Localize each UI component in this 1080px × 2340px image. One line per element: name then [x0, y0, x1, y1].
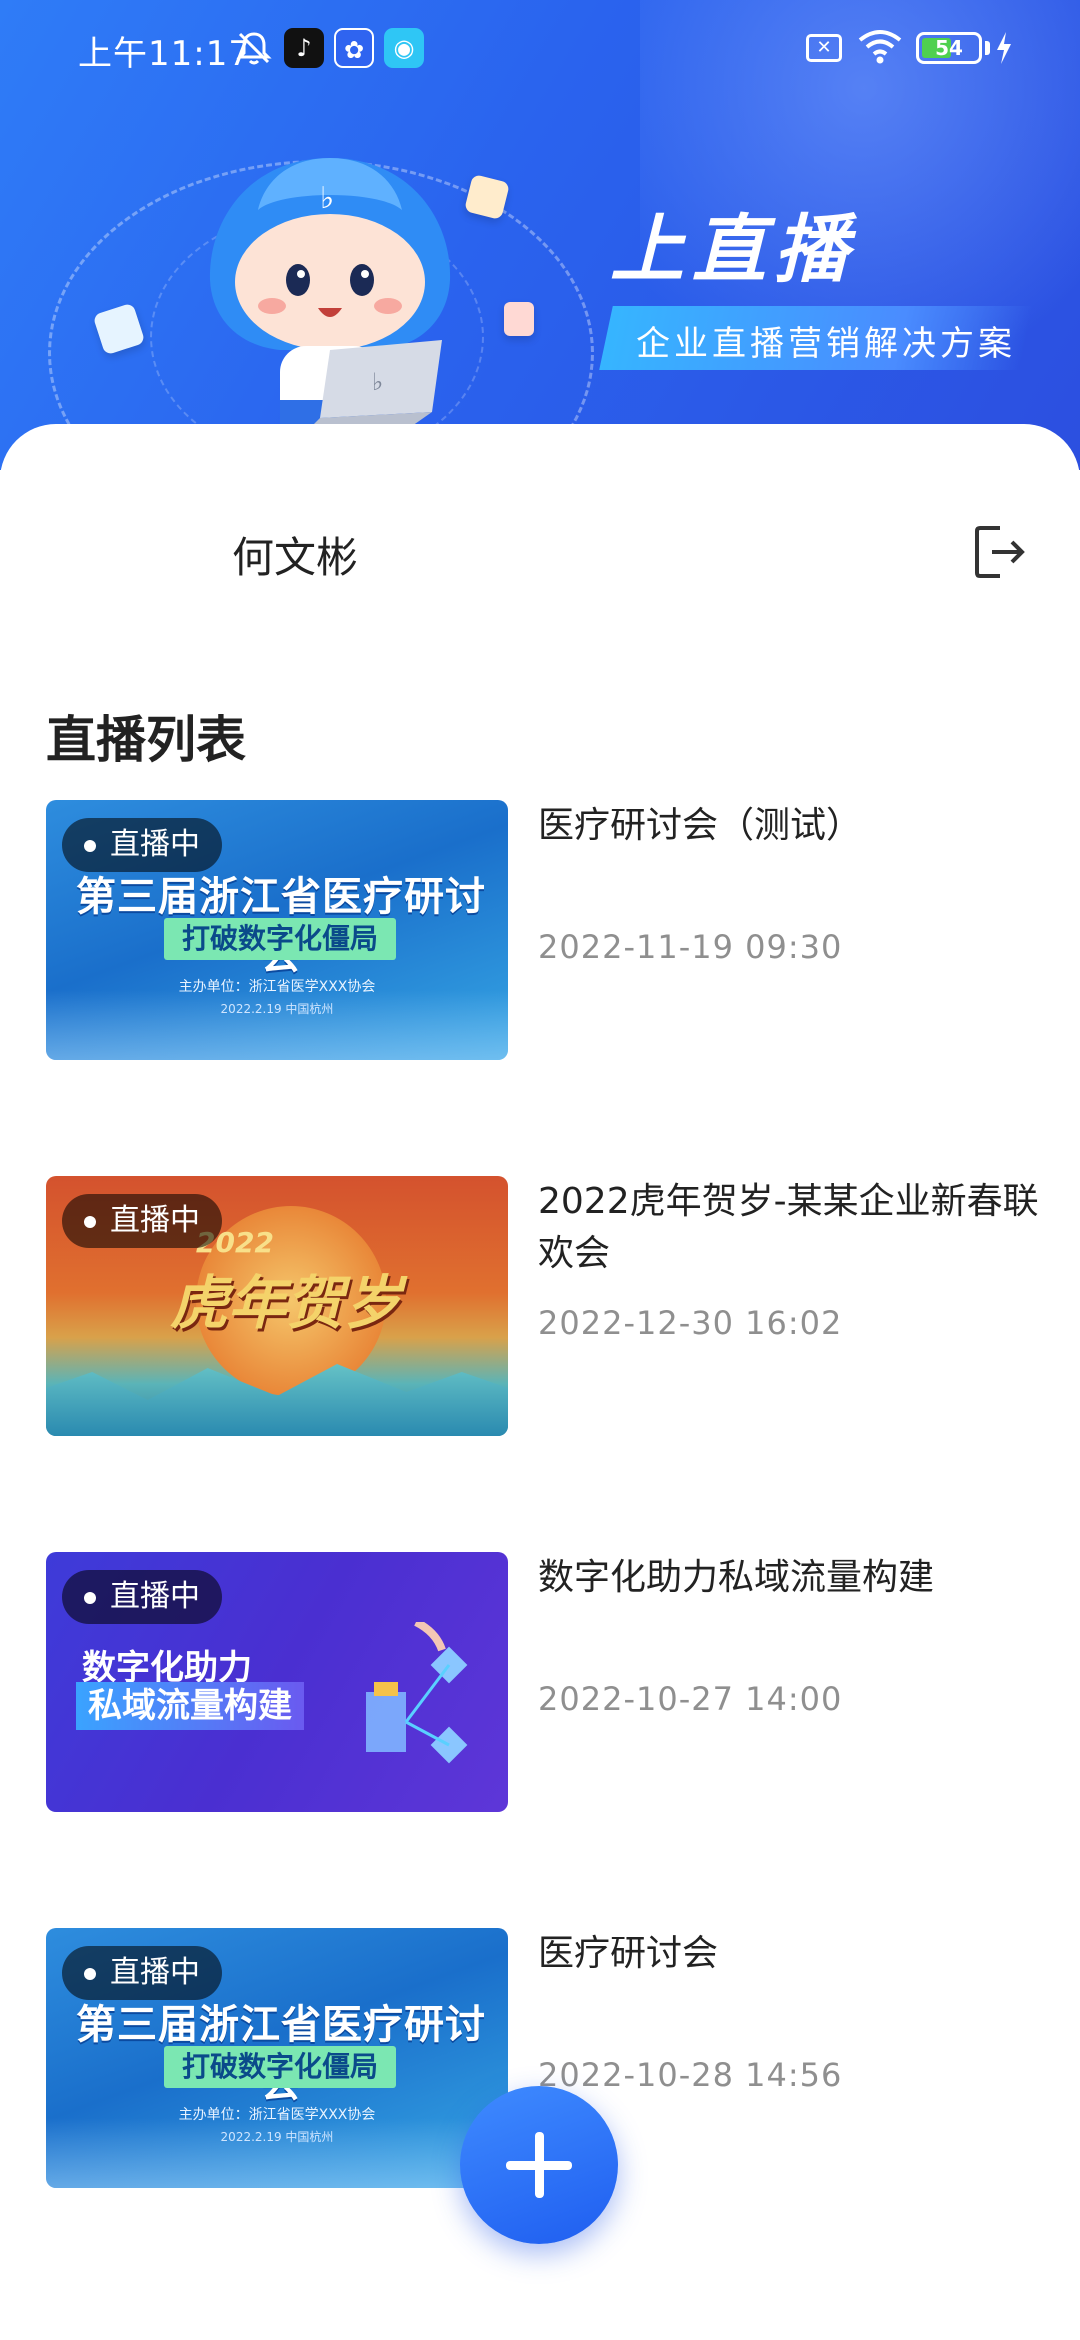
stream-date: 2022-12-30 16:02: [538, 1304, 843, 1342]
live-dot-icon: [84, 1968, 96, 1980]
live-status-text: 直播中: [110, 1955, 200, 1990]
status-bar: 上午11:17 ♪ ✿ ◉ ✕ 54: [0, 0, 1080, 100]
sim-icon: ✕: [806, 34, 842, 62]
stream-title: 2022虎年贺岁-某某企业新春联欢会: [538, 1181, 1039, 1274]
thumbnail-subtitle: 打破数字化僵局: [164, 2046, 396, 2088]
logout-icon[interactable]: [974, 524, 1026, 580]
user-name: 何文彬: [232, 533, 359, 582]
stream-date: 2022-10-28 14:56: [538, 2056, 843, 2094]
thumbnail-date-place: 2022.2.19 中国杭州: [220, 1002, 334, 1016]
mascot-illustration: ♭ ♭: [209, 158, 451, 430]
live-dot-icon: [84, 1216, 96, 1228]
thumbnail-organizer: 主办单位：浙江省医学XXX协会: [178, 979, 376, 995]
live-dot-icon: [84, 1592, 96, 1604]
add-live-button[interactable]: [460, 2086, 618, 2244]
live-status-text: 直播中: [110, 1203, 200, 1238]
thumbnail-subtitle: 打破数字化僵局: [164, 918, 396, 960]
brand-tagline: 企业直播营销解决方案: [636, 324, 1016, 364]
battery-icon: 54: [916, 32, 982, 64]
tiktok-icon: ♪: [284, 28, 324, 68]
thumbnail-headline: 虎年贺岁: [169, 1269, 402, 1337]
stream-title: 医疗研讨会: [538, 1933, 719, 1974]
header-banner: 上午11:17 ♪ ✿ ◉ ✕ 54 ♭ ♭ 上直播 企业直播营销解决方案: [0, 0, 1080, 470]
plus-icon-bar: [506, 2161, 572, 2170]
svg-text:♭: ♭: [372, 368, 383, 396]
stream-date: 2022-10-27 14:00: [538, 1680, 843, 1718]
battery-cap: [985, 41, 990, 55]
live-thumbnail[interactable]: 2022 虎年贺岁 直播中: [46, 1176, 508, 1436]
live-list-item[interactable]: 第三届浙江省医疗研讨会 打破数字化僵局 主办单位：浙江省医学XXX协会 2022…: [46, 800, 1046, 1060]
baidu-icon: ✿: [334, 28, 374, 68]
live-thumbnail[interactable]: 第三届浙江省医疗研讨会 打破数字化僵局 主办单位：浙江省医学XXX协会 2022…: [46, 800, 508, 1060]
battery-level-text: 54: [935, 36, 963, 60]
live-list-item[interactable]: 2022 虎年贺岁 直播中 2022虎年贺岁-某某企业新春联欢会 2022-12…: [46, 1176, 1046, 1436]
svg-text:♭: ♭: [320, 181, 334, 216]
thumbnail-date-place: 2022.2.19 中国杭州: [220, 2130, 334, 2144]
mute-icon: [236, 32, 272, 65]
red-envelope-icon: [504, 302, 534, 336]
live-thumbnail[interactable]: 第三届浙江省医疗研讨会 打破数字化僵局 主办单位：浙江省医学XXX协会 2022…: [46, 1928, 508, 2188]
live-status-badge: 直播中: [62, 818, 222, 872]
content-card: 何文彬 直播列表 第三届浙江省医疗研讨会 打破数字化僵局 主办单位：浙江省医学X…: [0, 424, 1080, 2340]
stream-date: 2022-11-19 09:30: [538, 928, 843, 966]
live-status-text: 直播中: [110, 1579, 200, 1614]
live-thumbnail[interactable]: 数字化助力 私域流量构建 直播中: [46, 1552, 508, 1812]
wifi-icon: [858, 30, 902, 64]
status-time: 上午11:17: [78, 34, 251, 74]
live-status-badge: 直播中: [62, 1570, 222, 1624]
brand-title: 上直播: [610, 207, 856, 293]
thumbnail-headline-line2: 私域流量构建: [76, 1682, 304, 1730]
charge-icon: [997, 32, 1011, 64]
stream-title: 数字化助力私域流量构建: [538, 1557, 935, 1598]
live-status-badge: 直播中: [62, 1194, 222, 1248]
section-title-live-list: 直播列表: [46, 711, 246, 769]
live-status-text: 直播中: [110, 827, 200, 862]
message-icon: ◉: [384, 28, 424, 68]
live-dot-icon: [84, 840, 96, 852]
thumbnail-organizer: 主办单位：浙江省医学XXX协会: [178, 2107, 376, 2123]
stream-title: 医疗研讨会（测试）: [538, 805, 863, 846]
live-list-item[interactable]: 数字化助力 私域流量构建 直播中 数字化助力私域流量构建 2022-10-27 …: [46, 1552, 1046, 1812]
isometric-network-illustration: [366, 1622, 468, 1764]
live-status-badge: 直播中: [62, 1946, 222, 2000]
